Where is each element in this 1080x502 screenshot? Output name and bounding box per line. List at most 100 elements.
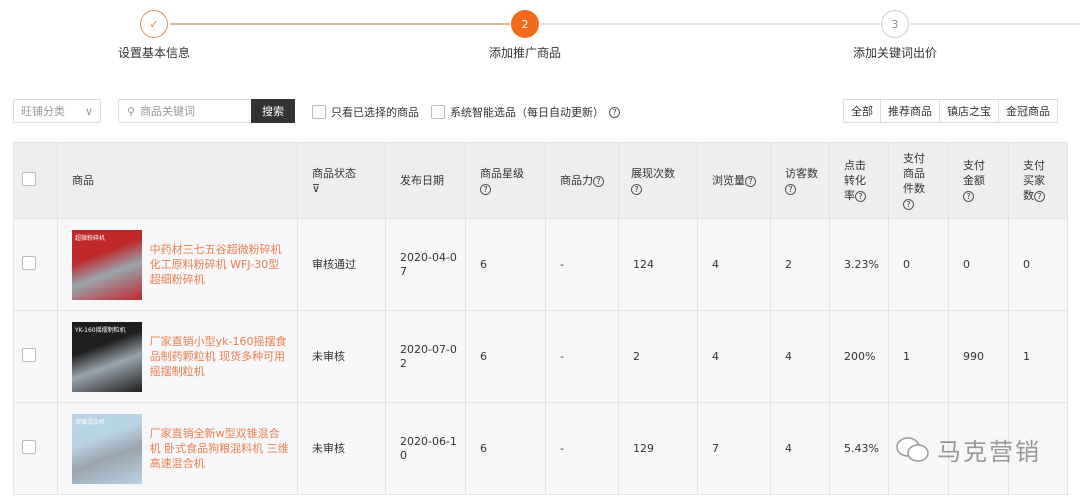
table-row[interactable]: YK-160摇摆制粒机厂家直销小型yk-160摇摆食品制药颗粒机 现货多种可用摇… — [13, 310, 1068, 403]
col-star: 商品星级? — [465, 142, 546, 219]
cell-star: 6 — [465, 402, 546, 495]
cell-impressions: 2 — [618, 310, 698, 403]
col-items: 支付商品件数? — [888, 142, 949, 219]
only-selected-checkbox[interactable]: 只看已选择的商品 — [312, 104, 419, 120]
help-icon[interactable]: ? — [903, 198, 914, 210]
checkbox[interactable] — [431, 105, 445, 119]
cell-impressions: 129 — [618, 402, 698, 495]
product-thumbnail[interactable]: 超微粉碎机 — [72, 229, 142, 300]
watermark: 马克营销 — [895, 432, 1041, 467]
cell-ctr: 5.43% — [829, 402, 889, 495]
search-icon: ⚲ — [127, 104, 136, 118]
cell-power: - — [545, 218, 619, 311]
table-header: 商品 商品状态 ⊽ 发布日期 商品星级? 商品力? 展现次数? 浏览量? 访客数?… — [13, 142, 1068, 219]
cell-power: - — [545, 402, 619, 495]
row-select-cell — [13, 218, 58, 311]
category-label: 旺铺分类 — [21, 105, 65, 118]
help-icon[interactable]: ? — [631, 183, 642, 195]
help-icon[interactable]: ? — [785, 183, 796, 195]
tab-store-treasure[interactable]: 镇店之宝 — [939, 100, 998, 122]
select-all-cell — [13, 142, 58, 219]
cell-date: 2020-06-10 — [385, 402, 466, 495]
product-cell: YK-160摇摆制粒机厂家直销小型yk-160摇摆食品制药颗粒机 现货多种可用摇… — [57, 310, 298, 403]
product-cell: 双锥混合机厂家直销全新w型双锥混合机 卧式食品狗粮混料机 三维高速混合机 — [57, 402, 298, 495]
search-placeholder: 商品关键词 — [140, 105, 196, 118]
cell-ctr: 3.23% — [829, 218, 889, 311]
row-checkbox[interactable] — [22, 256, 36, 270]
only-selected-label: 只看已选择的商品 — [331, 106, 419, 119]
cell-views: 7 — [697, 402, 771, 495]
cell-buyers: 1 — [1008, 310, 1068, 403]
col-ctr: 点击转化率? — [829, 142, 889, 219]
wechat-icon — [896, 436, 929, 462]
category-select[interactable]: 旺铺分类 ∨ — [13, 99, 101, 123]
col-buyers: 支付买家数? — [1008, 142, 1068, 219]
select-all-checkbox[interactable] — [22, 171, 36, 186]
chevron-down-icon: ∨ — [84, 104, 93, 118]
cell-views: 4 — [697, 310, 771, 403]
help-icon[interactable]: ? — [480, 183, 491, 195]
cell-status: 未审核 — [297, 402, 386, 495]
cell-date: 2020-07-02 — [385, 310, 466, 403]
table-row[interactable]: 超微粉碎机中药材三七五谷超微粉碎机 化工原料粉碎机 WFJ-30型超细粉碎机 审核… — [13, 218, 1068, 311]
col-views: 浏览量? — [697, 142, 771, 219]
cell-star: 6 — [465, 218, 546, 311]
product-name-link[interactable]: 中药材三七五谷超微粉碎机 化工原料粉碎机 WFJ-30型超细粉碎机 — [150, 242, 289, 287]
thumbnail-title: 双锥混合机 — [75, 418, 106, 426]
thumbnail-title: 超微粉碎机 — [75, 234, 106, 242]
cell-visitors: 2 — [770, 218, 830, 311]
smart-select-label: 系统智能选品（每日自动更新） — [450, 106, 604, 119]
cell-items: 0 — [888, 218, 949, 311]
help-icon[interactable]: ? — [1034, 191, 1045, 202]
cell-status: 未审核 — [297, 310, 386, 403]
search-button[interactable]: 搜索 — [251, 99, 295, 123]
step-line-done — [170, 23, 510, 25]
cell-power: - — [545, 310, 619, 403]
thumbnail-title: YK-160摇摆制粒机 — [75, 326, 126, 334]
col-amount: 支付金额? — [948, 142, 1009, 219]
product-thumbnail[interactable]: 双锥混合机 — [72, 413, 142, 484]
step-1-check-icon: ✓ — [140, 10, 168, 38]
col-impressions: 展现次数? — [618, 142, 698, 219]
product-cell: 超微粉碎机中药材三七五谷超微粉碎机 化工原料粉碎机 WFJ-30型超细粉碎机 — [57, 218, 298, 311]
help-icon[interactable]: ? — [609, 106, 620, 118]
cell-buyers: 0 — [1008, 218, 1068, 311]
cell-amount: 990 — [948, 310, 1009, 403]
step-3-circle: 3 — [881, 10, 909, 38]
watermark-text: 马克营销 — [937, 438, 1041, 466]
product-name-link[interactable]: 厂家直销全新w型双锥混合机 卧式食品狗粮混料机 三维高速混合机 — [150, 426, 289, 471]
help-icon[interactable]: ? — [745, 176, 756, 187]
cell-items: 1 — [888, 310, 949, 403]
product-thumbnail[interactable]: YK-160摇摆制粒机 — [72, 321, 142, 392]
step-2-label: 添加推广商品 — [488, 46, 561, 60]
checkbox[interactable] — [312, 105, 326, 119]
row-checkbox[interactable] — [22, 440, 36, 454]
help-icon[interactable]: ? — [855, 191, 866, 202]
col-date: 发布日期 — [385, 142, 466, 219]
step-3-label: 添加关键词出价 — [852, 46, 937, 60]
row-select-cell — [13, 310, 58, 403]
cell-visitors: 4 — [770, 310, 830, 403]
cell-star: 6 — [465, 310, 546, 403]
help-icon[interactable]: ? — [963, 191, 974, 202]
row-select-cell — [13, 402, 58, 495]
cell-date: 2020-04-07 — [385, 218, 466, 311]
cell-ctr: 200% — [829, 310, 889, 403]
search-input[interactable]: ⚲ 商品关键词 — [118, 99, 251, 123]
col-visitors: 访客数? — [770, 142, 830, 219]
help-icon[interactable]: ? — [593, 176, 604, 187]
cell-impressions: 124 — [618, 218, 698, 311]
product-name-link[interactable]: 厂家直销小型yk-160摇摆食品制药颗粒机 现货多种可用摇摆制粒机 — [150, 334, 289, 379]
smart-select-checkbox[interactable]: 系统智能选品（每日自动更新）? — [431, 104, 620, 120]
cell-status: 审核通过 — [297, 218, 386, 311]
tab-all[interactable]: 全部 — [844, 100, 880, 122]
cell-visitors: 4 — [770, 402, 830, 495]
cell-amount: 0 — [948, 218, 1009, 311]
step-1-label: 设置基本信息 — [117, 46, 190, 60]
tab-recommended[interactable]: 推荐商品 — [880, 100, 939, 122]
tab-gold-crown[interactable]: 金冠商品 — [998, 100, 1057, 122]
filter-icon[interactable]: ⊽ — [312, 182, 320, 195]
row-checkbox[interactable] — [22, 348, 36, 362]
col-power: 商品力? — [545, 142, 619, 219]
col-product: 商品 — [57, 142, 298, 219]
